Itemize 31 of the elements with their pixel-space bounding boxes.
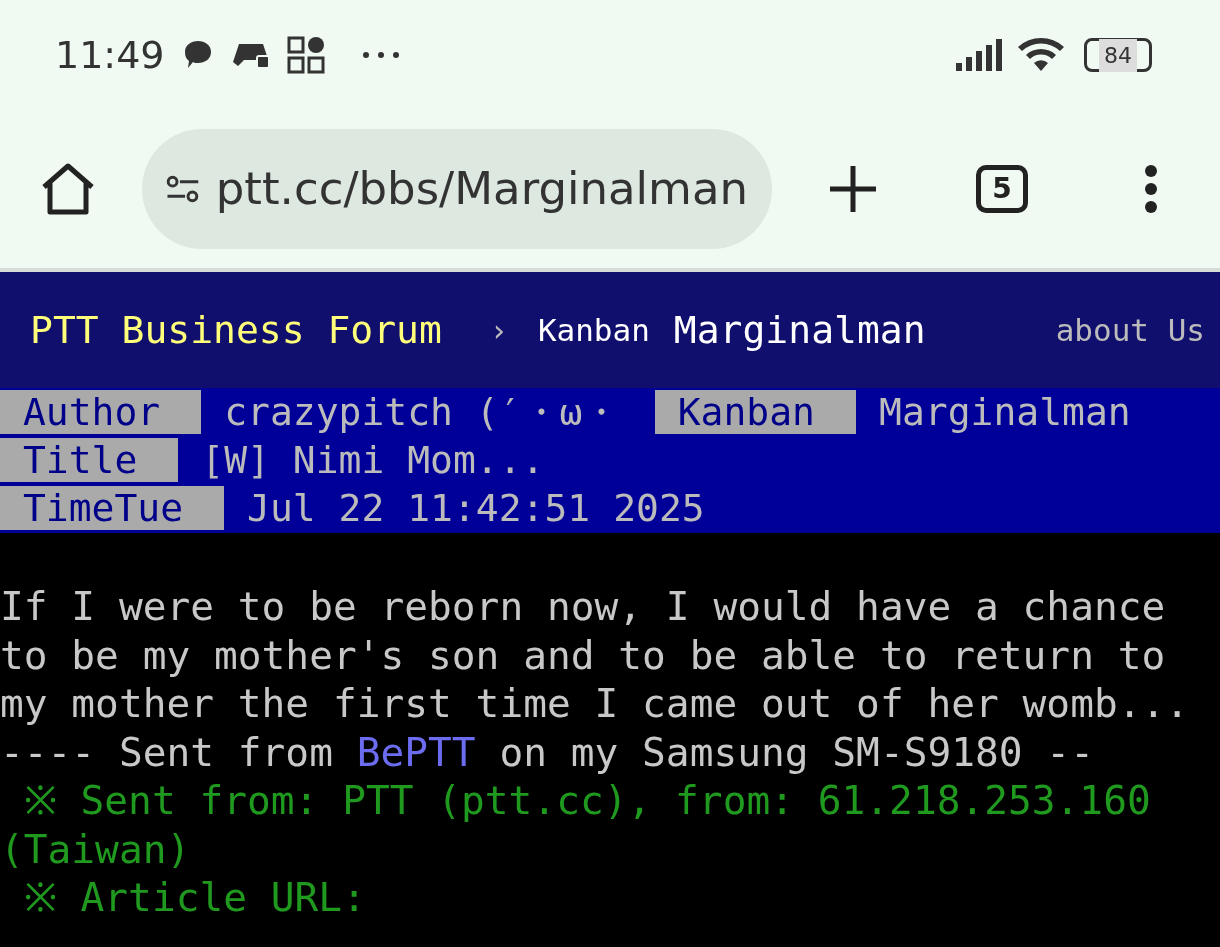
article-text: on my Samsung SM-S9180 -- — [499, 728, 1094, 775]
app-link[interactable]: BePTT — [356, 728, 476, 775]
board-name-link[interactable]: Marginalman — [673, 301, 926, 359]
header-value: crazypitch (′・ω・ — [223, 390, 622, 434]
header-value: Jul 22 11:42:51 2025 — [246, 486, 706, 530]
article-text-line: (Taiwan) — [0, 824, 192, 873]
more-icon — [360, 50, 401, 60]
grid-icon — [286, 36, 325, 74]
status-time: 11:49 — [55, 31, 165, 79]
article-text-line: ※ Article URL: — [22, 873, 367, 922]
plus-icon[interactable] — [828, 164, 878, 214]
header-label: Title — [0, 438, 179, 482]
address-bar[interactable]: ptt.cc/bbs/Marginalman — [142, 129, 772, 249]
header-value: [W] Nimi Mom... — [200, 438, 546, 482]
tab-count-button[interactable]: 5 — [976, 165, 1028, 213]
breadcrumb-separator: › — [489, 311, 508, 350]
site-title-link[interactable]: PTT Business Forum — [30, 301, 442, 359]
header-label: Author — [0, 390, 202, 434]
article-text-line: ※ Sent from: PTT (ptt.cc), from: 61.218.253.160 — [22, 776, 1152, 825]
article-text-line: to be my mother's son and to be able to return to — [0, 630, 1167, 679]
header-label: Kanban — [654, 390, 857, 434]
battery-icon: 84 — [1084, 38, 1152, 72]
home-icon[interactable] — [40, 163, 96, 215]
board-label: Kanban — [537, 310, 650, 350]
about-link[interactable]: about Us — [1055, 306, 1205, 354]
article-text-line: my mother the first time I came out of her womb... — [0, 679, 1191, 728]
more-vertical-icon[interactable] — [1144, 165, 1158, 213]
article-text-line: If I were to be reborn now, I would have a chance — [0, 582, 1167, 631]
article-text: ---- Sent from — [0, 728, 333, 775]
header-value: Marginalman — [878, 390, 1132, 434]
header-label: TimeTue — [0, 486, 225, 530]
